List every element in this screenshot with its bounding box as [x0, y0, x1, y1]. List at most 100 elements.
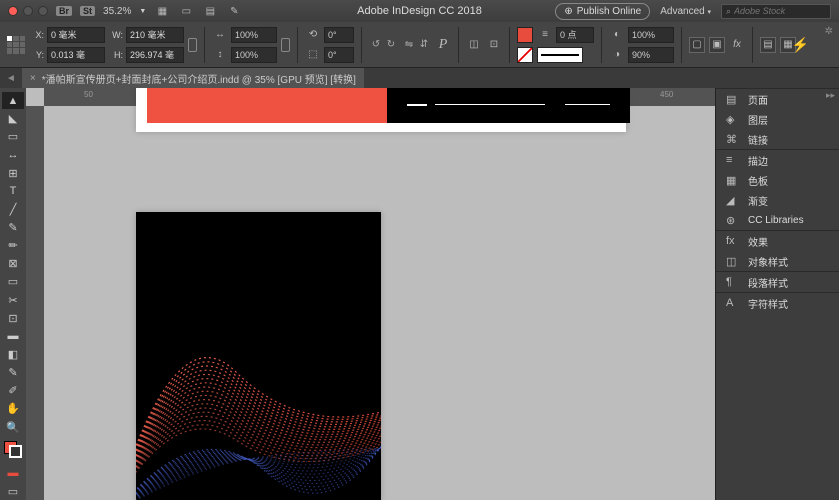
- document-tab[interactable]: × *潘帕斯宣传册页+封面封底+公司介绍页.indd @ 35% [GPU 预览…: [22, 68, 364, 88]
- fx-opacity-input[interactable]: 90%: [628, 47, 674, 63]
- vertical-ruler[interactable]: [26, 106, 44, 500]
- x-label: X:: [30, 30, 44, 40]
- scale-y-input[interactable]: 100%: [231, 47, 277, 63]
- panel-gradient[interactable]: ◢渐变: [716, 190, 839, 210]
- panel-label: 描边: [748, 153, 768, 168]
- publish-icon[interactable]: ✎: [226, 3, 242, 19]
- panel-fx[interactable]: fx效果: [716, 231, 839, 251]
- panel-links[interactable]: ⌘链接: [716, 129, 839, 149]
- zoom-tool[interactable]: 🔍: [2, 419, 24, 436]
- pen-tool[interactable]: ✎: [2, 219, 24, 236]
- shear-icon: ⬚: [305, 47, 321, 63]
- panel-charstyle[interactable]: A字符样式: [716, 293, 839, 313]
- eyedropper-tool[interactable]: ✐: [2, 382, 24, 399]
- fx-icon[interactable]: fx: [729, 37, 745, 53]
- zoom-dropdown-icon[interactable]: ▼: [139, 8, 146, 15]
- close-tab-icon[interactable]: ×: [30, 73, 36, 84]
- cc-icon: ⊛: [726, 214, 740, 227]
- stock-badge[interactable]: St: [80, 6, 95, 16]
- content-collector-tool[interactable]: ⊞: [2, 165, 24, 182]
- rotate-ccw-icon[interactable]: ↺: [369, 38, 383, 52]
- view-mode-normal[interactable]: ▬: [2, 465, 24, 482]
- workspace-switcher[interactable]: Advanced ▾: [660, 6, 711, 17]
- view-mode-preview[interactable]: ▭: [2, 483, 24, 500]
- line-tool[interactable]: ╱: [2, 201, 24, 218]
- pages-icon: ▤: [726, 93, 740, 106]
- pencil-tool[interactable]: ✏: [2, 237, 24, 254]
- note-tool[interactable]: ✎: [2, 364, 24, 381]
- rotate-buttons[interactable]: ↺↻: [369, 38, 398, 52]
- select-container-icon[interactable]: ◫: [466, 37, 482, 53]
- search-input[interactable]: [734, 6, 826, 16]
- document-tabbar: ◄ × *潘帕斯宣传册页+封面封底+公司介绍页.indd @ 35% [GPU …: [0, 68, 839, 88]
- fill-swatch[interactable]: [517, 27, 533, 43]
- hand-tool[interactable]: ✋: [2, 400, 24, 417]
- constrain-scale-icon[interactable]: [281, 38, 290, 52]
- fx-icon: fx: [726, 235, 740, 247]
- wave-artwork[interactable]: [136, 212, 381, 500]
- panel-stroke[interactable]: ≡描边: [716, 150, 839, 170]
- black-rectangle[interactable]: [387, 88, 630, 123]
- fill-stroke-proxy[interactable]: [4, 441, 22, 458]
- rotate-cw-icon[interactable]: ↻: [384, 38, 398, 52]
- control-menu-icon[interactable]: ✲: [825, 26, 833, 37]
- gap-tool[interactable]: ↔: [2, 146, 24, 163]
- text-wrap-none-icon[interactable]: ▤: [760, 37, 776, 53]
- page-tool[interactable]: ▭: [2, 128, 24, 145]
- page-spread-top[interactable]: [136, 88, 626, 132]
- paragraph-icon[interactable]: P: [435, 37, 451, 53]
- w-input[interactable]: 210 毫米: [126, 27, 184, 43]
- red-rectangle[interactable]: [147, 88, 387, 123]
- direct-selection-tool[interactable]: ◣: [2, 110, 24, 127]
- collapse-panels-icon[interactable]: ▸▸: [826, 90, 835, 101]
- gradient-swatch-tool[interactable]: ▬: [2, 328, 24, 345]
- panel-layers[interactable]: ◈图层: [716, 109, 839, 129]
- scale-x-input[interactable]: 100%: [231, 27, 277, 43]
- zoom-level[interactable]: 35.2%: [103, 6, 131, 17]
- view-options-icon[interactable]: ▦: [154, 3, 170, 19]
- rotate-input[interactable]: 0°: [324, 27, 354, 43]
- type-tool[interactable]: T: [2, 183, 24, 200]
- flip-v-icon[interactable]: ⇵: [417, 38, 431, 52]
- y-input[interactable]: 0.013 毫: [47, 47, 105, 63]
- constrain-proportions-icon[interactable]: [188, 38, 197, 52]
- search-field[interactable]: ⌕: [721, 4, 831, 19]
- selection-tool[interactable]: ▲: [2, 92, 24, 109]
- select-content-icon[interactable]: ⊡: [486, 37, 502, 53]
- shear-input[interactable]: 0°: [324, 47, 354, 63]
- x-input[interactable]: 0 毫米: [47, 27, 105, 43]
- arrange-icon[interactable]: ▤: [202, 3, 218, 19]
- opacity-input[interactable]: 100%: [628, 27, 674, 43]
- panel-pages[interactable]: ▤页面: [716, 89, 839, 109]
- rectangle-tool[interactable]: ▭: [2, 273, 24, 290]
- flip-h-icon[interactable]: ⇋: [402, 38, 416, 52]
- page-bottom[interactable]: [136, 212, 381, 500]
- stroke-weight-input[interactable]: 0 点: [556, 27, 594, 43]
- drop-shadow-icon[interactable]: ▢: [689, 37, 705, 53]
- effects-icon[interactable]: ▣: [709, 37, 725, 53]
- panel-label: 对象样式: [748, 254, 788, 269]
- gradient-feather-tool[interactable]: ◧: [2, 346, 24, 363]
- panel-parastyle[interactable]: ¶段落样式: [716, 272, 839, 292]
- stroke-swatch[interactable]: [517, 47, 533, 63]
- reference-point[interactable]: [6, 35, 26, 55]
- screen-mode-icon[interactable]: ▭: [178, 3, 194, 19]
- tab-prev-icon[interactable]: ◄: [0, 73, 22, 84]
- rectangle-frame-tool[interactable]: ⊠: [2, 255, 24, 272]
- scissors-tool[interactable]: ✂: [2, 292, 24, 309]
- stroke-style[interactable]: [537, 47, 583, 63]
- free-transform-tool[interactable]: ⊡: [2, 310, 24, 327]
- document-workspace[interactable]: 50100150200250300350400450: [26, 88, 715, 500]
- quick-apply-icon[interactable]: ⚡: [792, 36, 809, 53]
- h-input[interactable]: 296.974 毫: [126, 47, 184, 63]
- panel-cc[interactable]: ⊛CC Libraries: [716, 210, 839, 230]
- panel-objstyle[interactable]: ◫对象样式: [716, 251, 839, 271]
- panel-swatches[interactable]: ▦色板: [716, 170, 839, 190]
- parastyle-icon: ¶: [726, 276, 740, 288]
- publish-online-button[interactable]: ⊕Publish Online: [555, 3, 650, 20]
- bridge-badge[interactable]: Br: [56, 6, 72, 16]
- window-controls[interactable]: [8, 6, 48, 16]
- right-panels: ▸▸ ▤页面◈图层⌘链接≡描边▦色板◢渐变⊛CC Librariesfx效果◫对…: [715, 88, 839, 500]
- stroke-weight-icon: ≡: [537, 27, 553, 43]
- flip-buttons[interactable]: ⇋⇵: [402, 38, 431, 52]
